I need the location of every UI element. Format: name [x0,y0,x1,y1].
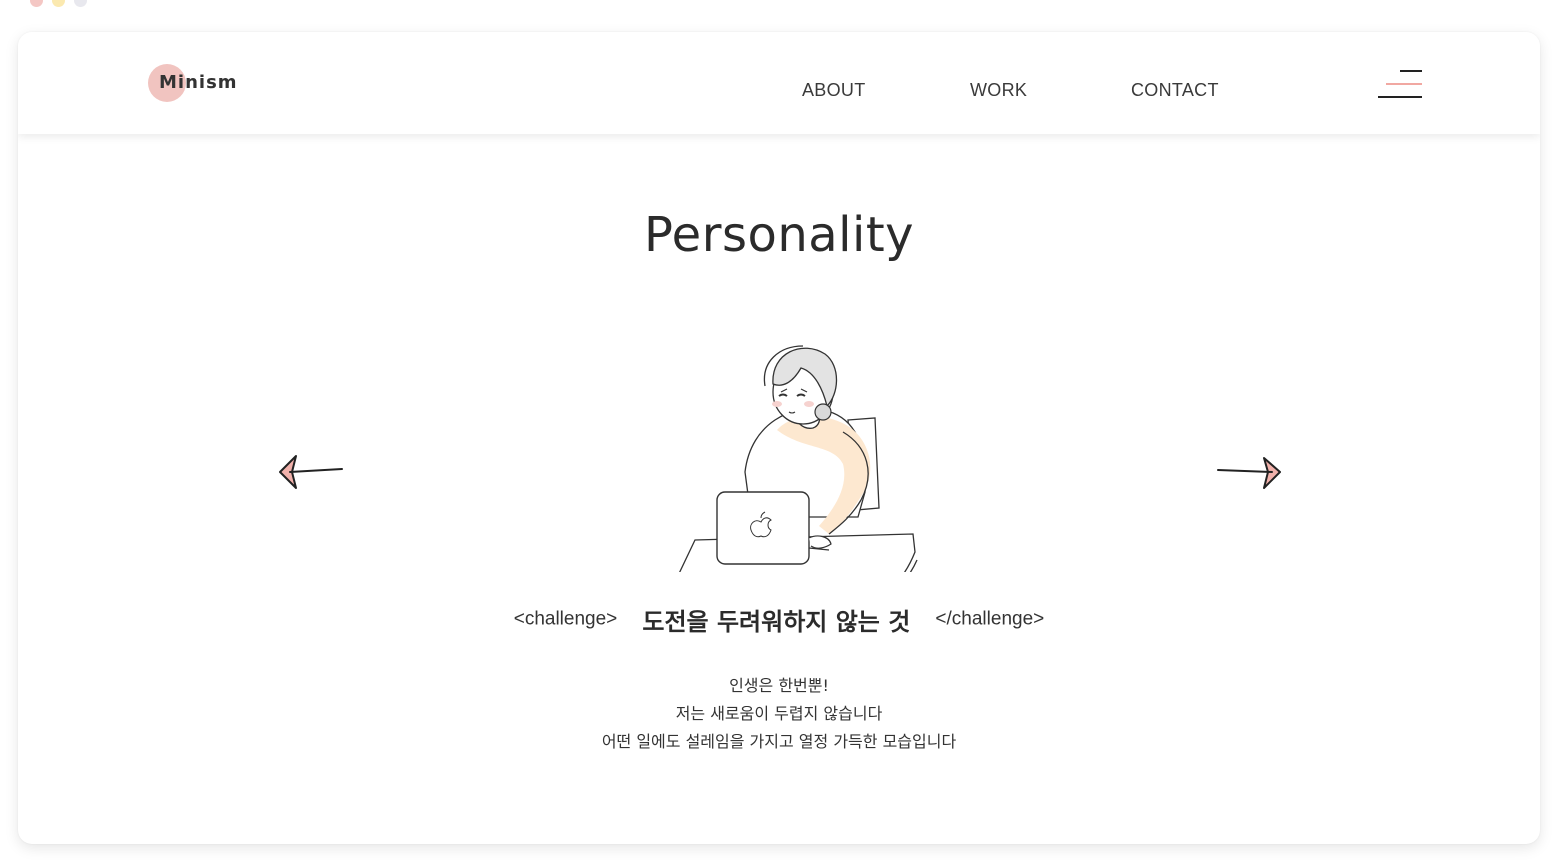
arrow-left-icon[interactable] [274,450,346,492]
nav-about[interactable]: ABOUT [802,80,866,101]
challenge-open-tag: <challenge> [513,608,618,630]
description-line: 인생은 한번뿐! [729,676,829,695]
window-controls [30,0,87,13]
site-header: Minism ABOUT WORK CONTACT [18,32,1540,134]
challenge-text: 도전을 두려워하지 않는 것 [642,608,911,636]
challenge-line: <challenge> 도전을 두려워하지 않는 것 </challenge> [18,602,1540,637]
window-dot-minimize[interactable] [52,0,65,7]
hamburger-menu-icon[interactable] [1374,66,1424,102]
description: 인생은 한번뿐! 저는 새로움이 두렵지 않습니다 어떤 일에도 설레임을 가지… [18,672,1540,756]
nav-contact[interactable]: CONTACT [1131,80,1219,101]
description-line: 어떤 일에도 설레임을 가지고 열정 가득한 모습입니다 [601,732,957,751]
challenge-close-tag: </challenge> [935,608,1045,630]
logo-text: Minism [159,72,238,93]
nav-work[interactable]: WORK [970,80,1027,101]
description-line: 저는 새로움이 두렵지 않습니다 [675,704,883,723]
page-card: Minism ABOUT WORK CONTACT Personality <c… [18,32,1540,844]
woman-at-laptop-illustration [679,345,918,572]
window-dot-close[interactable] [30,0,43,7]
page-title: Personality [643,207,915,263]
arrow-right-icon[interactable] [1214,452,1286,494]
window-dot-maximize[interactable] [74,0,87,7]
